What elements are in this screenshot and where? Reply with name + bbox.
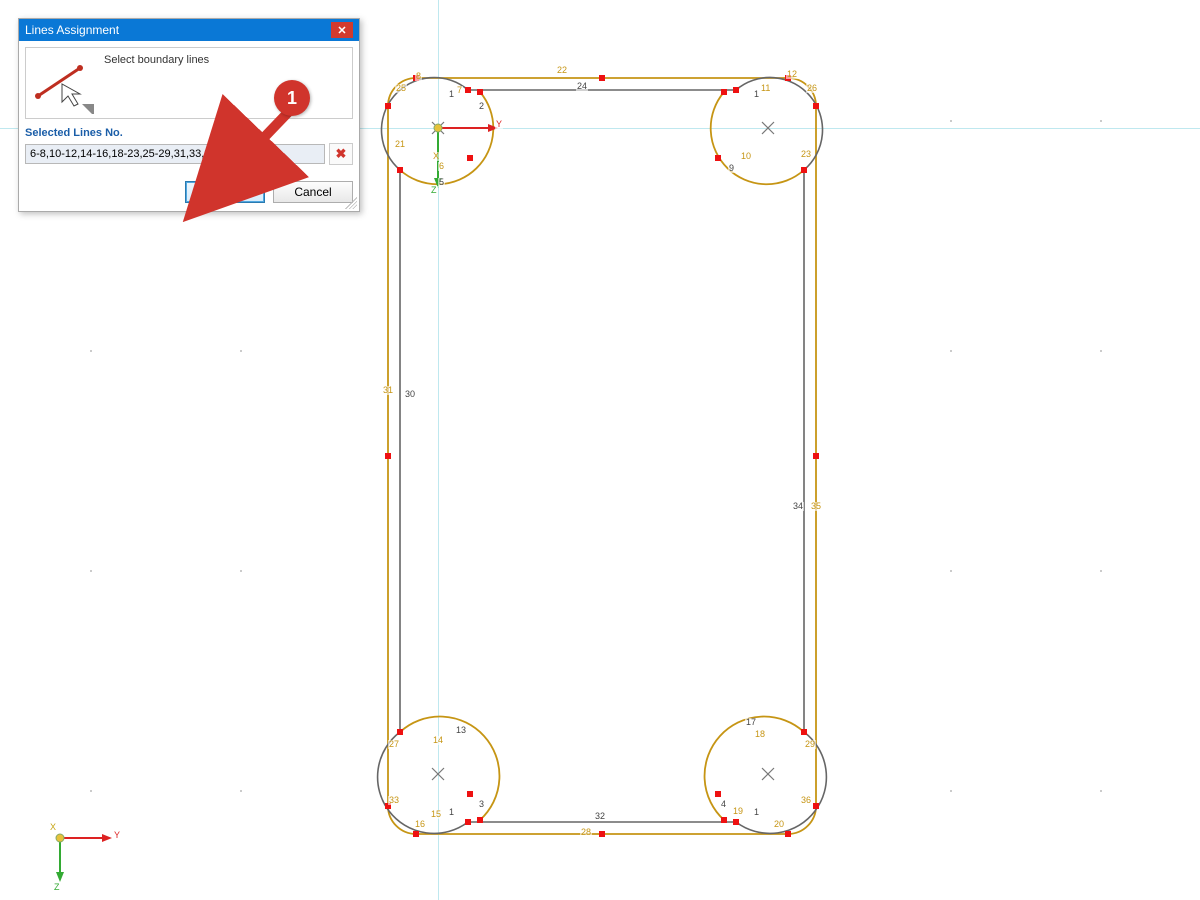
line-label: 13 xyxy=(455,726,467,735)
line-label: 34 xyxy=(792,502,804,511)
line-label: 8 xyxy=(415,72,422,81)
line-label: 33 xyxy=(388,796,400,805)
line-label: 3 xyxy=(478,800,485,809)
line-label: 1 xyxy=(753,90,760,99)
line-label: 1 xyxy=(753,808,760,817)
line-label: 1 xyxy=(448,90,455,99)
line-label: 35 xyxy=(810,502,822,511)
line-label: 6 xyxy=(438,162,445,171)
line-label: 28 xyxy=(580,828,592,837)
line-label: 20 xyxy=(773,820,785,829)
line-label: 21 xyxy=(394,140,406,149)
line-label: 29 xyxy=(804,740,816,749)
line-label: 7 xyxy=(456,86,463,95)
line-label: 32 xyxy=(594,812,606,821)
cancel-button[interactable]: Cancel xyxy=(273,181,353,203)
line-label: 31 xyxy=(382,386,394,395)
line-label: 5 xyxy=(438,178,445,187)
line-label: 14 xyxy=(432,736,444,745)
line-label: 24 xyxy=(576,82,588,91)
line-label: 18 xyxy=(754,730,766,739)
origin-y-label: Y xyxy=(495,120,503,129)
line-label: 2 xyxy=(478,102,485,111)
callout-number: 1 xyxy=(287,88,297,109)
dialog-title: Lines Assignment xyxy=(25,23,119,37)
line-label: 19 xyxy=(732,807,744,816)
line-label: 16 xyxy=(414,820,426,829)
line-label: 26 xyxy=(806,84,818,93)
line-label: 23 xyxy=(800,150,812,159)
line-label: 4 xyxy=(720,800,727,809)
resize-grip-icon[interactable] xyxy=(345,197,357,209)
dialog-titlebar[interactable]: Lines Assignment ✕ xyxy=(19,19,359,41)
line-label: 11 xyxy=(760,84,771,93)
close-icon[interactable]: ✕ xyxy=(331,22,353,38)
line-label: 1 xyxy=(448,808,455,817)
line-label: 27 xyxy=(388,740,400,749)
triad-x-label: X xyxy=(50,822,56,832)
line-label: 9 xyxy=(728,164,735,173)
line-label: 15 xyxy=(430,810,442,819)
origin-z-label: Z xyxy=(430,186,438,195)
coordinate-triad: Y Z X xyxy=(50,810,130,890)
picker-instruction: Select boundary lines xyxy=(104,54,209,66)
triad-z-label: Z xyxy=(54,882,60,892)
callout-badge: 1 xyxy=(274,80,310,116)
selected-lines-label: Selected Lines No. xyxy=(25,127,353,139)
line-label: 17 xyxy=(745,718,757,727)
line-label: 36 xyxy=(800,796,812,805)
triad-y-label: Y xyxy=(114,830,120,840)
selected-lines-input[interactable] xyxy=(25,144,325,164)
origin-x-label: X xyxy=(432,152,440,161)
line-label: 22 xyxy=(556,66,568,75)
line-label: 10 xyxy=(740,152,752,161)
lines-assignment-dialog: Lines Assignment ✕ Select boundary lines… xyxy=(18,18,360,212)
select-line-icon xyxy=(32,54,96,114)
line-label: 12 xyxy=(786,70,798,79)
line-label: 25 xyxy=(395,84,407,93)
line-label: 30 xyxy=(404,390,416,399)
ok-button[interactable]: OK xyxy=(185,181,265,203)
clear-selection-button[interactable]: ✖ xyxy=(329,143,353,165)
